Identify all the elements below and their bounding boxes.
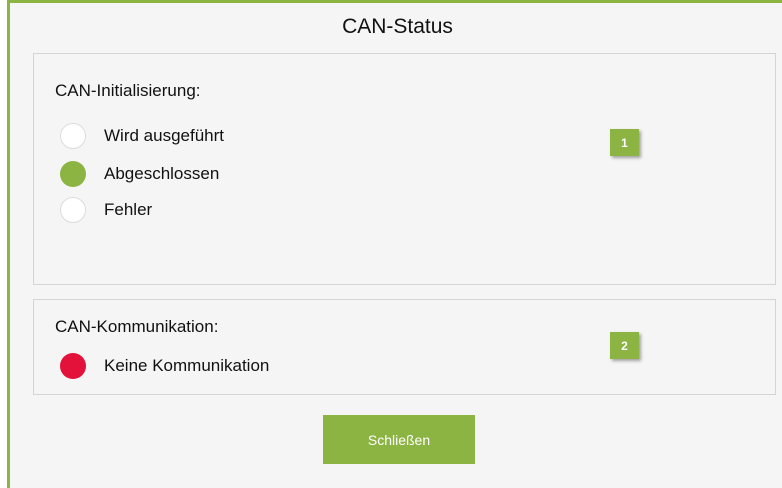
- init-status-running-label: Wird ausgeführt: [104, 126, 224, 145]
- status-indicator-red-icon: [60, 353, 86, 379]
- callout-badge-2: 2: [610, 332, 639, 359]
- callout-badge-1: 1: [610, 129, 639, 156]
- can-comm-panel: CAN-Kommunikation: Keine Kommunikation 2: [33, 299, 776, 395]
- can-init-heading: CAN-Initialisierung:: [55, 81, 201, 100]
- can-comm-heading: CAN-Kommunikation:: [55, 317, 219, 336]
- status-indicator-off-icon: [60, 123, 86, 149]
- comm-status-none: Keine Kommunikation: [60, 353, 269, 379]
- can-status-dialog: CAN-Status CAN-Initialisierung: Wird aus…: [7, 0, 782, 488]
- init-status-error-label: Fehler: [104, 200, 153, 219]
- init-status-running: Wird ausgeführt: [60, 123, 224, 149]
- status-indicator-green-icon: [60, 161, 86, 187]
- status-indicator-off-icon: [60, 197, 86, 223]
- close-button[interactable]: Schließen: [323, 415, 475, 464]
- can-init-panel: CAN-Initialisierung: Wird ausgeführt Abg…: [33, 53, 776, 285]
- init-status-completed: Abgeschlossen: [60, 161, 219, 187]
- init-status-error: Fehler: [60, 197, 152, 223]
- comm-status-none-label: Keine Kommunikation: [104, 356, 270, 375]
- dialog-title: CAN-Status: [342, 15, 453, 38]
- init-status-completed-label: Abgeschlossen: [104, 164, 220, 183]
